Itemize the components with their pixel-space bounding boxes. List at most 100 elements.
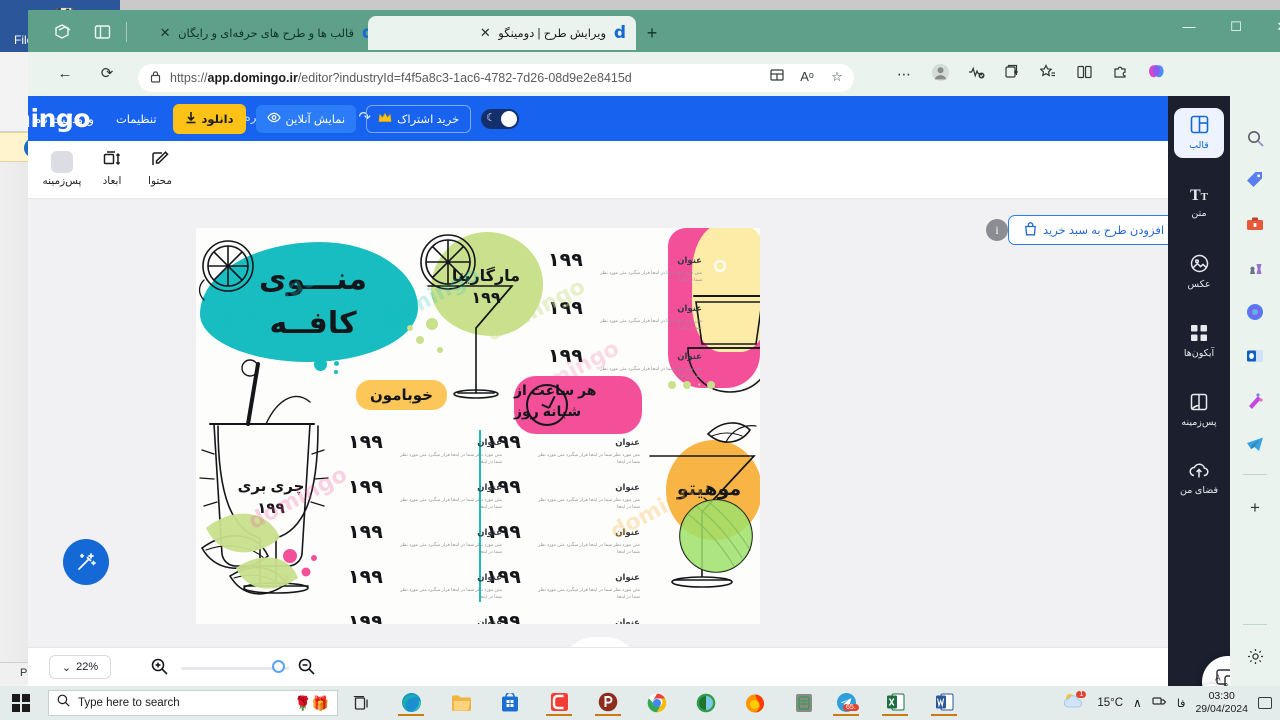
profile-icon[interactable] bbox=[930, 64, 950, 84]
read-aloud-icon[interactable]: Aᵒ bbox=[798, 68, 816, 86]
taskbar-notes-icon[interactable] bbox=[791, 690, 817, 716]
menu-item-text: عنوان متن مورد نظر شما در اینجا قرار میگ… bbox=[594, 298, 702, 331]
taskbar-camtasia-icon[interactable] bbox=[546, 690, 572, 716]
sidebar-add-button[interactable]: + bbox=[1243, 496, 1267, 520]
shopping-icon[interactable] bbox=[1243, 168, 1267, 192]
settings-button[interactable]: تنظیمات bbox=[110, 108, 163, 130]
yellow-blob-shape bbox=[692, 228, 760, 352]
windows-start-icon[interactable] bbox=[12, 694, 30, 712]
taskbar-word-icon[interactable] bbox=[931, 690, 957, 716]
edit-toolbar: پس‌زمینه ابعاد محتوا bbox=[28, 141, 1168, 199]
favorite-star-icon[interactable]: ☆ bbox=[828, 68, 846, 86]
taskbar-idm-icon[interactable] bbox=[693, 690, 719, 716]
sidebar-item-background[interactable]: پس‌زمینه bbox=[1174, 385, 1224, 435]
design-yellow-pill: خوبامون bbox=[356, 380, 447, 410]
taskbar-clock[interactable]: 03:30 29/04/2024 bbox=[1195, 690, 1248, 716]
notification-icon[interactable] bbox=[1258, 697, 1272, 709]
taskbar-chrome-icon[interactable] bbox=[644, 690, 670, 716]
zoom-in-icon[interactable] bbox=[151, 658, 168, 680]
window-maximize-button[interactable]: ☐ bbox=[1213, 10, 1259, 44]
magic-wand-button[interactable] bbox=[63, 539, 109, 585]
language-indicator[interactable]: فا bbox=[1177, 697, 1186, 710]
taskbar-search-box[interactable]: Type here to search 🌹🎁 bbox=[48, 690, 338, 716]
add-to-cart-button[interactable]: افزودن طرح به سبد خرید bbox=[1008, 215, 1180, 245]
taskbar-telegram-icon[interactable] bbox=[833, 690, 859, 716]
toolbar-content-button[interactable]: محتوا bbox=[132, 149, 188, 187]
design-mojito-label: موهیتو bbox=[676, 479, 742, 500]
games-icon[interactable] bbox=[1243, 256, 1267, 280]
search-icon[interactable] bbox=[1243, 126, 1267, 150]
window-minimize-button[interactable]: — bbox=[1166, 10, 1212, 44]
tools-icon[interactable] bbox=[1243, 212, 1267, 236]
online-preview-button[interactable]: نمایش آنلاین bbox=[255, 104, 357, 133]
zoom-level-select[interactable]: ⌄ 22% bbox=[49, 655, 111, 679]
toolbar-background-button[interactable]: پس‌زمینه bbox=[34, 149, 90, 187]
login-register-button[interactable]: ورود/ثبت نام bbox=[28, 108, 100, 130]
design-artboard[interactable]: منـــوی کافــه مارگاریتا ۱۹۹ موهیتو چری … bbox=[196, 228, 760, 624]
sidebar-item-template[interactable]: قالب bbox=[1174, 108, 1224, 158]
address-bar[interactable]: https://app.domingo.ir/editor?industryId… bbox=[138, 64, 854, 92]
copilot-icon[interactable] bbox=[1243, 300, 1267, 324]
tab-close-icon[interactable]: ✕ bbox=[158, 25, 172, 41]
sidebar-item-image[interactable]: عکس bbox=[1174, 247, 1224, 297]
collections-icon[interactable] bbox=[1002, 64, 1022, 84]
taskbar-microsoft-store-icon[interactable] bbox=[497, 690, 523, 716]
tray-chevron-icon[interactable]: ∧ bbox=[1133, 696, 1142, 710]
new-tab-button[interactable]: + bbox=[640, 22, 664, 46]
menu-item-title: عنوان bbox=[615, 617, 640, 624]
menu-item-title: عنوان bbox=[615, 437, 640, 447]
taskbar-excel-icon[interactable] bbox=[882, 690, 908, 716]
sidebar-settings-icon[interactable] bbox=[1243, 644, 1267, 668]
lock-icon bbox=[148, 70, 162, 86]
cart-info-icon[interactable]: i bbox=[986, 219, 1008, 241]
menu-item-price: ۱۹۹ bbox=[548, 249, 583, 271]
taskbar-edge-icon[interactable] bbox=[398, 690, 424, 716]
sidebar-item-my-space[interactable]: فضای من bbox=[1174, 454, 1224, 504]
flowers-gift-icon[interactable]: 🌹🎁 bbox=[294, 695, 329, 712]
design-margarita-label: مارگاریتا ۱۹۹ bbox=[428, 266, 544, 310]
sidebar-item-label: پس‌زمینه bbox=[1181, 416, 1217, 428]
menu-item-desc: متن مورد نظر شما در اینجا قرار میگیرد مت… bbox=[600, 318, 702, 330]
copilot-tab-icon[interactable] bbox=[52, 22, 74, 42]
taskbar-firefox-icon[interactable] bbox=[742, 690, 768, 716]
copilot-icon[interactable] bbox=[1146, 64, 1166, 84]
zoom-out-icon[interactable] bbox=[298, 658, 315, 680]
tab-close-icon[interactable]: ✕ bbox=[478, 25, 492, 41]
sidebar-item-icons[interactable]: آیکون‌ها bbox=[1174, 316, 1224, 366]
taskbar-file-explorer-icon[interactable] bbox=[448, 690, 474, 716]
favorites-icon[interactable] bbox=[1038, 64, 1058, 84]
split-screen-icon[interactable] bbox=[768, 68, 786, 86]
window-close-button[interactable]: ✕ bbox=[1259, 10, 1280, 44]
background-icon bbox=[1190, 393, 1208, 415]
browser-essentials-icon[interactable] bbox=[966, 64, 986, 84]
outlook-icon[interactable] bbox=[1243, 344, 1267, 368]
settings-more-icon[interactable]: ⋯ bbox=[894, 64, 914, 84]
split-screen-window-icon[interactable] bbox=[1074, 64, 1094, 84]
weather-widget[interactable]: 1 bbox=[1063, 690, 1087, 715]
browser-tab-templates[interactable]: d قالب ها و طرح های حرفه‌ای و رایگان ✕ bbox=[146, 16, 384, 50]
extensions-icon[interactable] bbox=[1110, 64, 1130, 84]
weather-temperature[interactable]: 15°C bbox=[1097, 697, 1123, 709]
buy-subscription-button[interactable]: خرید اشتراک bbox=[366, 104, 472, 133]
preview-label: نمایش آنلاین bbox=[285, 113, 346, 126]
address-bar-url: https://app.domingo.ir/editor?industryId… bbox=[170, 71, 632, 85]
price-list-right-column: عنوان متن مورد نظر شما در اینجا قرار میگ… bbox=[486, 432, 640, 624]
sidebar-item-text[interactable]: TT متن bbox=[1174, 178, 1224, 228]
menu-item-row: عنوان متن مورد نظر شما در اینجا قرار میگ… bbox=[348, 477, 502, 510]
tab-actions-icon[interactable] bbox=[92, 22, 112, 42]
back-button-icon[interactable]: ← bbox=[54, 64, 76, 86]
menu-item-desc: متن مورد نظر شما در اینجا قرار میگیرد مت… bbox=[538, 542, 640, 554]
menu-item-price: ۱۹۹ bbox=[348, 611, 383, 624]
decor-ring bbox=[714, 260, 726, 272]
taskbar-powerdirector-icon[interactable] bbox=[595, 690, 621, 716]
network-icon[interactable] bbox=[1152, 694, 1167, 712]
browser-tab-editor[interactable]: d ویرایش طرح | دومینگو ✕ bbox=[368, 16, 636, 50]
reload-button-icon[interactable]: ⟳ bbox=[96, 64, 118, 86]
zoom-slider-knob[interactable] bbox=[272, 660, 285, 673]
theme-toggle[interactable]: ☾ bbox=[481, 108, 520, 129]
download-button[interactable]: دانلود bbox=[172, 103, 246, 134]
image-creator-icon[interactable] bbox=[1243, 388, 1267, 412]
task-view-icon[interactable] bbox=[348, 690, 374, 716]
telegram-icon[interactable] bbox=[1243, 432, 1267, 456]
crown-icon bbox=[378, 112, 392, 126]
